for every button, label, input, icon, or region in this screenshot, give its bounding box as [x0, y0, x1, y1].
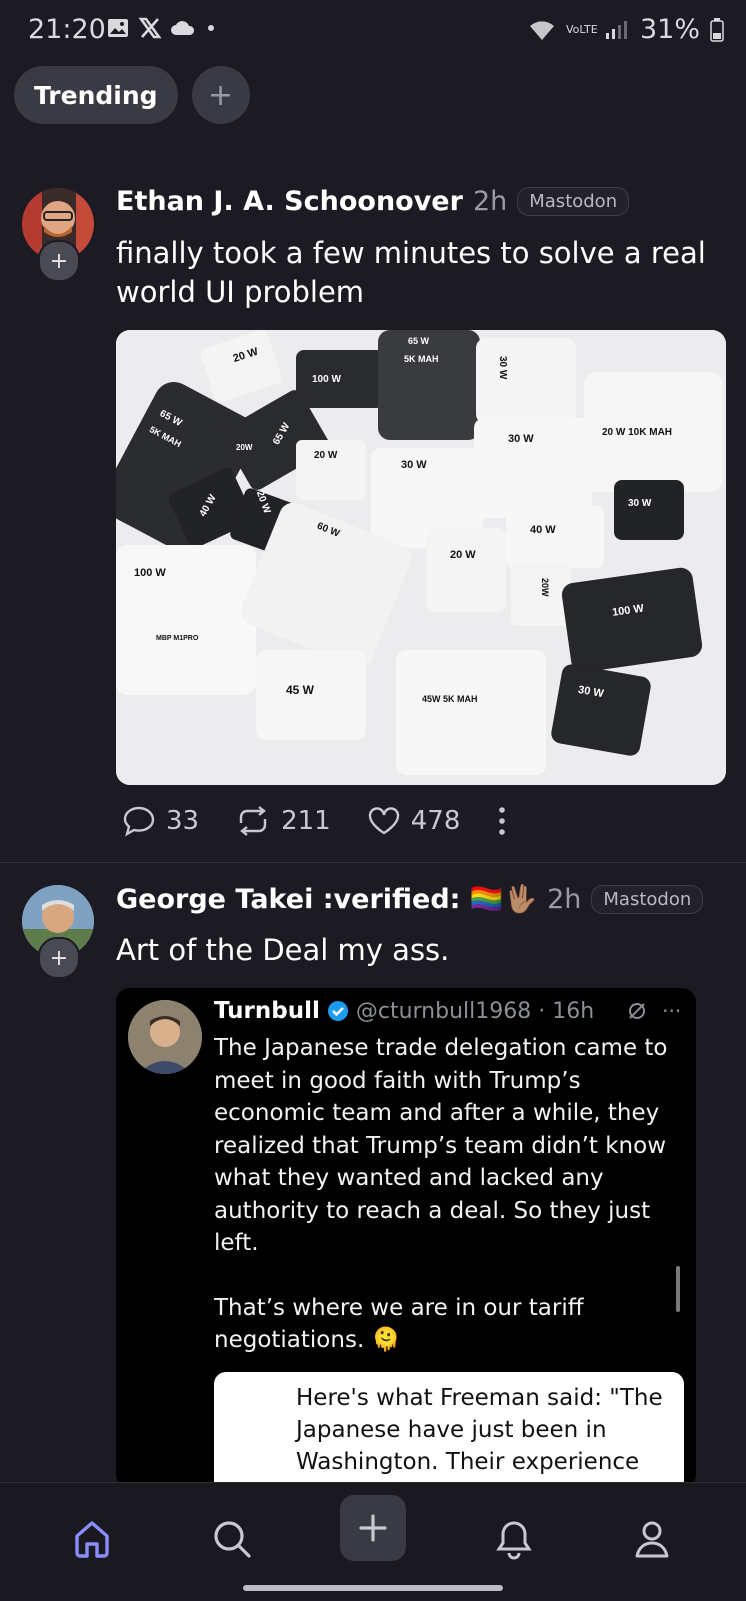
nav-profile[interactable]: [622, 1509, 682, 1569]
svg-text:20 W 10K MAH: 20 W 10K MAH: [602, 427, 672, 438]
post-divider: [0, 862, 746, 863]
svg-text:65 W: 65 W: [408, 336, 430, 346]
svg-text:20 W: 20 W: [450, 549, 476, 561]
home-indicator: [243, 1585, 503, 1591]
post-meta: Ethan J. A. Schoonover 2h Mastodon: [116, 186, 630, 217]
home-icon: [75, 1521, 109, 1558]
x-logo-icon: [138, 17, 162, 39]
boost-count: 211: [281, 806, 331, 836]
tweet-author-name: Turnbull: [214, 998, 320, 1024]
profile-icon: [635, 1521, 669, 1558]
svg-text:40 W: 40 W: [530, 524, 556, 536]
status-time: 21:20: [28, 14, 106, 45]
more-vertical-icon: [499, 807, 506, 835]
cloud-icon: [171, 21, 195, 35]
favourite-count: 478: [410, 806, 461, 836]
follow-button[interactable]: +: [38, 937, 80, 979]
signal-icon: [605, 20, 627, 39]
more-options-button[interactable]: [496, 805, 508, 837]
compose-button[interactable]: [340, 1495, 406, 1561]
favourite-button[interactable]: 478: [367, 806, 461, 836]
post-meta: George Takei :verified: 🏳️‍🌈🖖🏽 2h Mastod…: [116, 883, 704, 915]
timeline-tabs: Trending +: [14, 66, 250, 124]
nav-notifications[interactable]: [484, 1509, 544, 1569]
network-label: VoLTE: [565, 22, 598, 36]
svg-text:20 W: 20 W: [314, 450, 338, 461]
status-left-icons: [106, 16, 214, 40]
tweet-quote-text: Here's what Freeman said: "The Japanese …: [296, 1385, 663, 1475]
platform-badge: Mastodon: [517, 187, 630, 216]
follow-button[interactable]: +: [38, 240, 80, 282]
tweet-paragraph-2: That’s where we are in our tariff negoti…: [214, 1294, 584, 1354]
boost-button[interactable]: 211: [235, 805, 331, 837]
svg-text:45W 5K MAH: 45W 5K MAH: [422, 694, 478, 704]
svg-text:100 W: 100 W: [312, 374, 341, 385]
post-text: finally took a few minutes to solve a re…: [116, 236, 706, 309]
add-tab-button[interactable]: +: [191, 66, 250, 124]
post-text: Art of the Deal my ass.: [116, 933, 450, 967]
svg-text:30 W: 30 W: [508, 433, 534, 445]
tab-trending[interactable]: Trending: [14, 66, 178, 124]
svg-text:20W: 20W: [236, 443, 253, 452]
dot-icon: [208, 25, 214, 31]
tweet-handle: @cturnbull1968 · 16h: [355, 998, 595, 1024]
status-right: VoLTE 31%: [528, 14, 724, 45]
svg-text:45 W: 45 W: [286, 683, 315, 697]
gallery-icon: [108, 19, 128, 37]
post-image[interactable]: 20 W 100 W 65 W 5K MAH 30 W 20 W 10K MAH…: [116, 330, 726, 785]
tweet-scrollbar: [676, 1266, 680, 1312]
platform-badge: Mastodon: [591, 884, 704, 914]
svg-text:30 W: 30 W: [401, 459, 427, 471]
notifications-icon: [496, 1521, 532, 1560]
heart-icon: [368, 807, 399, 835]
tweet-quote-card: Here's what Freeman said: "The Japanese …: [214, 1372, 684, 1488]
svg-text:100 W: 100 W: [134, 567, 166, 579]
compose-icon: [359, 1514, 387, 1542]
svg-text:30 W: 30 W: [628, 498, 652, 509]
embedded-tweet-image[interactable]: Turnbull @cturnbull1968 · 16h ··· The Ja…: [116, 988, 696, 1488]
reply-icon: [123, 806, 155, 837]
boost-icon: [239, 806, 267, 836]
svg-text:20W: 20W: [540, 578, 550, 597]
nav-search[interactable]: [202, 1509, 262, 1569]
battery-icon: [710, 17, 724, 42]
search-icon: [214, 1521, 251, 1558]
battery-percent: 31%: [639, 14, 700, 45]
tweet-header: Turnbull @cturnbull1968 · 16h ···: [214, 998, 681, 1024]
wifi-icon: [529, 20, 554, 40]
nav-home[interactable]: [62, 1509, 122, 1569]
verified-badge-icon: [327, 1001, 348, 1021]
post-time: 2h: [472, 186, 508, 217]
post-time: 2h: [547, 883, 582, 915]
tweet-more-icon: ···: [662, 999, 682, 1023]
svg-text:MBP M1PRO: MBP M1PRO: [156, 635, 199, 642]
svg-text:5K MAH: 5K MAH: [404, 354, 439, 364]
tweet-avatar: [128, 1000, 202, 1074]
grok-icon: [629, 1003, 646, 1019]
status-bar: 21:20 VoLTE 31%: [0, 0, 746, 64]
reply-count: 33: [166, 806, 200, 836]
tweet-body: The Japanese trade delegation came to me…: [214, 1032, 674, 1357]
svg-text:30 W: 30 W: [497, 356, 508, 380]
author-name[interactable]: George Takei :verified: 🏳️‍🌈🖖🏽: [116, 883, 537, 915]
post-actions: 33 211 478: [122, 805, 544, 837]
bottom-navigation: [0, 1482, 746, 1601]
tweet-paragraph-1: The Japanese trade delegation came to me…: [214, 1035, 668, 1256]
author-name[interactable]: Ethan J. A. Schoonover: [116, 186, 463, 217]
reply-button[interactable]: 33: [122, 805, 199, 837]
